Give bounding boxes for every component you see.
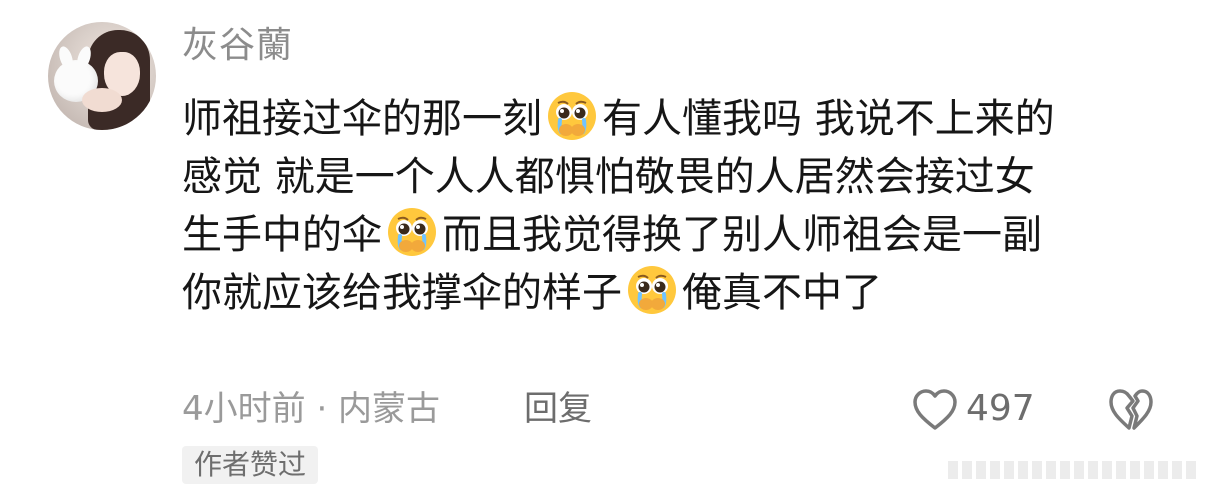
broken-heart-icon[interactable] [1108,388,1154,432]
comment-line: 感觉 就是一个人人都惧怕敬畏的人居然会接过女 [182,148,1172,206]
comment-line: 生手中的伞 而且我觉得换了别人师祖会是一副 [182,206,1172,264]
reply-button[interactable]: 回复 [524,384,592,434]
username[interactable]: 灰谷蘭 [182,22,293,70]
comment-segment: 有人懂我吗 我说不上来的 [602,96,1055,142]
pleading-face-icon [628,266,676,314]
heart-icon[interactable] [912,388,958,432]
comment-segment: 而且我觉得换了别人师祖会是一副 [442,212,1042,258]
watermark [948,461,1198,479]
like-count: 497 [966,388,1035,429]
author-liked-badge: 作者赞过 [182,446,319,484]
comment-segment: 你就应该给我撑伞的样子 [182,270,622,316]
comment-line: 你就应该给我撑伞的样子 俺真不中了 [182,264,1172,322]
comment-time-location: 4小时前 · 内蒙古 [182,389,441,429]
avatar[interactable] [48,22,156,130]
pleading-face-icon [388,208,436,256]
comment-segment: 俺真不中了 [682,270,882,316]
avatar-hand [82,88,122,112]
comment-segment: 生手中的伞 [182,212,382,258]
pleading-face-icon [548,92,596,140]
comment-segment: 师祖接过伞的那一刻 [182,96,542,142]
comment-line: 师祖接过伞的那一刻 有人懂我吗 我说不上来的 [182,90,1172,148]
comment-segment: 感觉 就是一个人人都惧怕敬畏的人居然会接过女 [182,154,1035,200]
comment-text: 师祖接过伞的那一刻 有人懂我吗 我说不上来的 感觉 就是一个人人都惧怕敬畏的人居… [182,90,1172,322]
